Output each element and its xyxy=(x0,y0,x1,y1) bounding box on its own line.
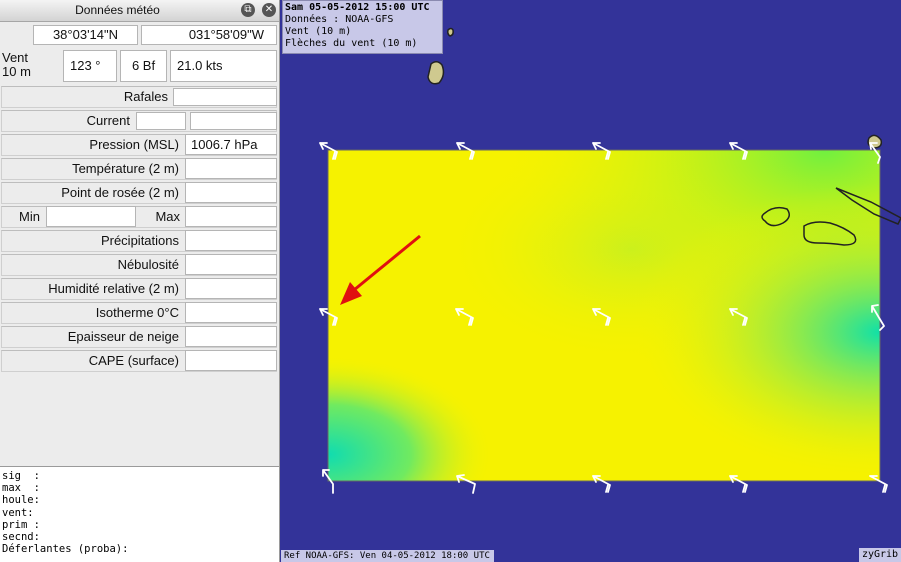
humidite-value xyxy=(185,278,277,299)
wind-label-line2: 10 m xyxy=(2,64,31,79)
console-line: sig : xyxy=(2,470,40,482)
island xyxy=(427,61,445,85)
row-pression: Pression (MSL) 1006.7 hPa xyxy=(0,133,280,157)
console-line: houle: xyxy=(2,494,40,507)
close-icon[interactable]: ✕ xyxy=(262,3,276,17)
max-value xyxy=(185,206,277,227)
humidite-label: Humidité relative (2 m) xyxy=(48,281,179,296)
precipitations-value xyxy=(185,230,277,251)
row-current: Current xyxy=(0,109,280,133)
weather-map[interactable] xyxy=(280,0,901,562)
map-info-box: Sam 05-05-2012 15:00 UTC Données : NOAA-… xyxy=(282,0,443,54)
wind-beaufort-value: 6 Bf xyxy=(120,50,167,82)
temperature-value xyxy=(185,158,277,179)
cape-value xyxy=(185,350,277,371)
neige-value xyxy=(185,326,277,347)
panel-titlebar: Données météo ⧉ ✕ xyxy=(0,0,279,22)
forecast-date: Sam 05-05-2012 15:00 UTC xyxy=(285,2,430,13)
precipitations-label: Précipitations xyxy=(100,233,179,248)
row-min-max: Min Max xyxy=(0,205,280,229)
current-label: Current xyxy=(86,113,130,128)
detach-icon[interactable]: ⧉ xyxy=(241,3,255,17)
max-label: Max xyxy=(155,209,180,224)
console-line: Déferlantes (proba): xyxy=(2,543,129,556)
isotherme-label: Isotherme 0°C xyxy=(95,305,179,320)
app-brand: zyGrib xyxy=(859,548,901,562)
cape-label: CAPE (surface) xyxy=(88,353,179,368)
console-line: prim : xyxy=(2,518,40,531)
console-line: vent: xyxy=(2,506,34,519)
temperature-label: Température (2 m) xyxy=(72,161,179,176)
latitude-value: 38°03'14"N xyxy=(33,25,138,45)
neige-label: Epaisseur de neige xyxy=(67,329,179,344)
console-line: max : xyxy=(2,482,40,495)
data-source: Données : NOAA-GFS xyxy=(285,14,394,25)
row-cape: CAPE (surface) xyxy=(0,349,280,373)
arrows-layer-name: Flèches du vent (10 m) xyxy=(285,38,418,49)
pression-value: 1006.7 hPa xyxy=(185,134,277,155)
weather-data-panel: Données météo ⧉ ✕ 38°03'14"N 031°58'09"W… xyxy=(0,0,280,562)
rosee-value xyxy=(185,182,277,203)
console-line: secnd: xyxy=(2,531,40,544)
row-neige: Epaisseur de neige xyxy=(0,325,280,349)
pression-label: Pression (MSL) xyxy=(89,137,179,152)
wave-info-console: sig : max : houle: vent: prim : secnd: D… xyxy=(0,466,279,562)
island xyxy=(447,27,454,37)
wind-label: Vent 10 m xyxy=(2,51,31,79)
min-value xyxy=(46,206,136,227)
row-humidite: Humidité relative (2 m) xyxy=(0,277,280,301)
current-value-2 xyxy=(190,112,277,130)
current-value-1 xyxy=(136,112,186,130)
rosee-label: Point de rosée (2 m) xyxy=(61,185,179,200)
longitude-value: 031°58'09"W xyxy=(141,25,277,45)
wind-label-line1: Vent xyxy=(2,50,29,65)
rafales-label: Rafales xyxy=(123,89,168,104)
rafales-value xyxy=(173,88,277,106)
reference-bar: Ref NOAA-GFS: Ven 04-05-2012 18:00 UTC xyxy=(281,550,494,562)
row-nebulosite: Nébulosité xyxy=(0,253,280,277)
row-isotherme: Isotherme 0°C xyxy=(0,301,280,325)
row-rosee: Point de rosée (2 m) xyxy=(0,181,280,205)
wind-direction-value: 123 ° xyxy=(63,50,117,82)
isotherme-value xyxy=(185,302,277,323)
nebulosite-label: Nébulosité xyxy=(117,257,179,272)
row-temperature: Température (2 m) xyxy=(0,157,280,181)
row-rafales: Rafales xyxy=(0,85,280,109)
nebulosite-value xyxy=(185,254,277,275)
panel-title: Données météo xyxy=(75,3,160,17)
layer-name: Vent (10 m) xyxy=(285,26,352,37)
wind-speed-value: 21.0 kts xyxy=(170,50,277,82)
row-precipitations: Précipitations xyxy=(0,229,280,253)
min-label: Min xyxy=(19,209,40,224)
